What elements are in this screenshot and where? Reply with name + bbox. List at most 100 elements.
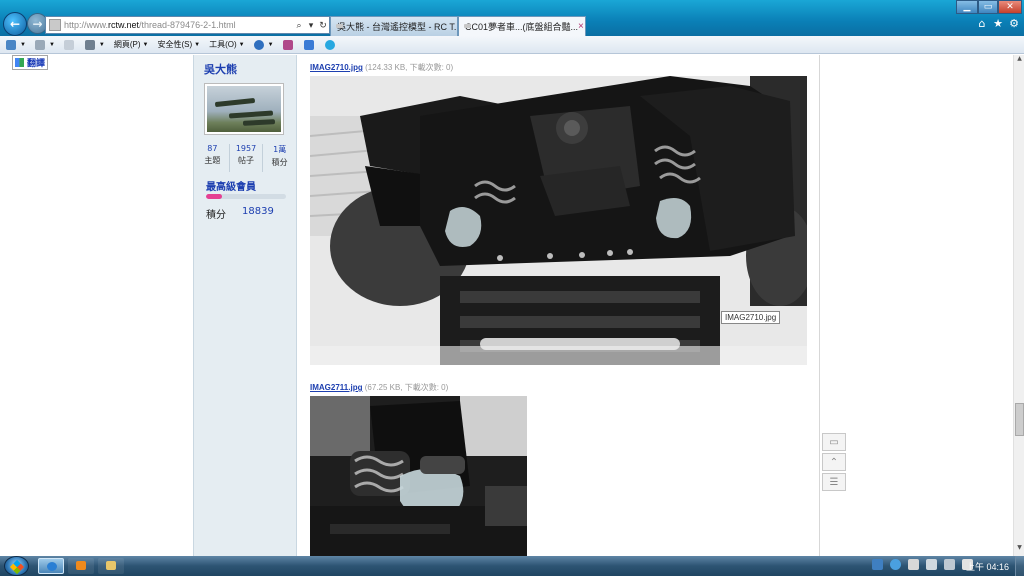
rank-progress-bar (206, 194, 286, 199)
translate-button[interactable]: 翻譯 (12, 55, 49, 70)
user-profile-panel: 吳大熊 87 主題 1957 帖子 1萬 積分 最高級會員 積分 18839 (193, 55, 297, 556)
attachment-link[interactable]: IMAG2711.jpg (310, 383, 362, 392)
scroll-up-arrow-icon[interactable]: ▲ (1014, 55, 1024, 67)
quick-reply-button[interactable]: ▭ (822, 433, 846, 451)
language-icon[interactable] (872, 559, 883, 570)
post-content: IMAG2710.jpg (124.33 KB, 下載次數: 0) IMAG27… (298, 55, 820, 556)
tab-label: CC01夢者車...(底盤組合豔... (465, 22, 579, 32)
back-to-top-button[interactable]: ⌃ (822, 453, 846, 471)
attachment-header: IMAG2711.jpg (67.25 KB, 下載次數: 0) (310, 382, 448, 393)
scroll-down-arrow-icon[interactable]: ▼ (1014, 544, 1024, 556)
home-icon[interactable]: ⌂ (975, 17, 989, 30)
chevron-down-icon[interactable]: ▾ (305, 20, 317, 31)
comment-icon: ▭ (829, 436, 839, 448)
stat-label: 積分 (271, 158, 288, 167)
stat-label: 主題 (204, 156, 221, 165)
taskbar-explorer-button[interactable] (98, 558, 124, 574)
media-player-icon (76, 561, 86, 570)
page-menu[interactable]: 網頁(P) ▼ (114, 39, 149, 50)
print-button[interactable]: ▼ (84, 39, 105, 50)
stat-label: 帖子 (238, 156, 254, 165)
mail-button[interactable] (63, 39, 76, 50)
network-icon[interactable] (944, 559, 955, 570)
search-icon[interactable]: ⌕ (293, 20, 305, 31)
home-icon (6, 39, 16, 50)
arrow-left-icon: ← (9, 17, 21, 31)
windows-taskbar: 上午 04:16 (0, 556, 1024, 576)
minimize-button[interactable]: ▁ (956, 0, 978, 14)
refresh-icon[interactable]: ↻ (317, 20, 329, 31)
gear-icon[interactable]: ⚙ (1007, 17, 1021, 30)
folder-icon (106, 561, 116, 570)
close-window-button[interactable]: ✕ (998, 0, 1022, 14)
user-stats: 87 主題 1957 帖子 1萬 積分 (196, 144, 296, 172)
volume-icon[interactable] (926, 559, 937, 570)
safety-menu[interactable]: 安全性(S) ▼ (157, 39, 200, 50)
tools-menu[interactable]: 工具(O) ▼ (209, 39, 245, 50)
research-icon (282, 39, 293, 50)
back-to-list-button[interactable]: ☰ (822, 473, 846, 491)
page-menu-label: 網頁(P) (113, 40, 141, 49)
tools-menu-label: 工具(O) (209, 40, 237, 49)
help-button[interactable]: ▼ (253, 39, 274, 50)
attachment-link[interactable]: IMAG2710.jpg (310, 63, 363, 72)
url-path: /thread-879476-2-1.html (139, 20, 236, 30)
avatar-image (207, 86, 281, 132)
browser-titlebar: ← → http://www.rctw.net/thread-879476-2-… (0, 0, 1024, 36)
tab-cc01[interactable]: CC01夢者車...(底盤組合豔... × (458, 16, 586, 36)
command-bar: ▼ ▼ ▼ 網頁(P) ▼ 安全性(S) ▼ 工具(O) ▼ ▼ (0, 36, 1024, 54)
back-button[interactable]: ← (3, 12, 27, 36)
show-desktop-button[interactable] (1015, 556, 1024, 576)
points-label: 積分 (206, 210, 226, 221)
google-translate-icon (15, 58, 24, 67)
help-icon (253, 39, 264, 50)
research-button[interactable] (282, 39, 295, 50)
scroll-thumb[interactable] (1015, 403, 1024, 436)
star-icon[interactable]: ★ (991, 17, 1005, 30)
translate-icon (303, 39, 314, 50)
taskbar-clock[interactable]: 上午 04:16 (966, 560, 1009, 573)
attachment-meta: (67.25 KB, 下載次數: 0) (364, 383, 449, 392)
help-icon[interactable] (890, 559, 901, 570)
feeds-button[interactable]: ▼ (34, 39, 55, 50)
address-bar[interactable]: http://www.rctw.net/thread-879476-2-1.ht… (45, 16, 330, 34)
ie-icon (47, 562, 57, 571)
url-domain: rctw.net (108, 20, 140, 30)
close-icon[interactable]: × (578, 21, 584, 32)
list-icon: ☰ (829, 476, 839, 488)
rank-progress-fill (206, 194, 222, 199)
system-tray (872, 559, 980, 570)
windows-logo-icon (9, 559, 25, 575)
tab-wu-da-xiong[interactable]: 吳大熊 - 台灣遙控模型 - RC T... (330, 16, 458, 36)
arrow-up-icon: ⌃ (829, 456, 839, 468)
address-url[interactable]: http://www.rctw.net/thread-879476-2-1.ht… (64, 20, 293, 30)
stat-number: 87 (207, 144, 218, 153)
stat-topics[interactable]: 87 主題 (196, 144, 230, 172)
stat-posts[interactable]: 1957 帖子 (230, 144, 264, 172)
show-hidden-icons-icon[interactable] (908, 559, 919, 570)
translate-label: 翻譯 (27, 59, 46, 69)
home-menu-button[interactable]: ▼ (6, 39, 26, 50)
username-link[interactable]: 吳大熊 (204, 61, 237, 77)
printer-icon (84, 39, 95, 50)
user-rank[interactable]: 最高級會員 (206, 178, 256, 193)
maximize-button[interactable]: ▭ (978, 0, 998, 14)
safety-menu-label: 安全性(S) (157, 40, 193, 49)
vertical-scrollbar[interactable]: ▲ ▼ (1013, 55, 1024, 556)
attachment-photo-imag2711[interactable] (310, 396, 527, 556)
stat-points[interactable]: 1萬 積分 (263, 144, 296, 172)
attachment-header: IMAG2710.jpg (124.33 KB, 下載次數: 0) (310, 62, 453, 73)
url-prefix: http://www. (64, 20, 109, 30)
points-value: 18839 (242, 206, 274, 217)
stat-number: 1957 (235, 144, 257, 153)
taskbar-ie-button[interactable] (38, 558, 64, 574)
start-button[interactable] (4, 556, 29, 576)
taskbar-media-player-button[interactable] (68, 558, 94, 574)
avatar[interactable] (204, 83, 284, 135)
attachment-meta: (124.33 KB, 下載次數: 0) (365, 63, 454, 72)
image-tooltip: IMAG2710.jpg (721, 311, 781, 324)
rc-suspension-photo (310, 396, 527, 556)
skype-button[interactable] (324, 39, 337, 50)
skype-icon (324, 39, 335, 50)
translate-toolbar-button[interactable] (303, 39, 316, 50)
